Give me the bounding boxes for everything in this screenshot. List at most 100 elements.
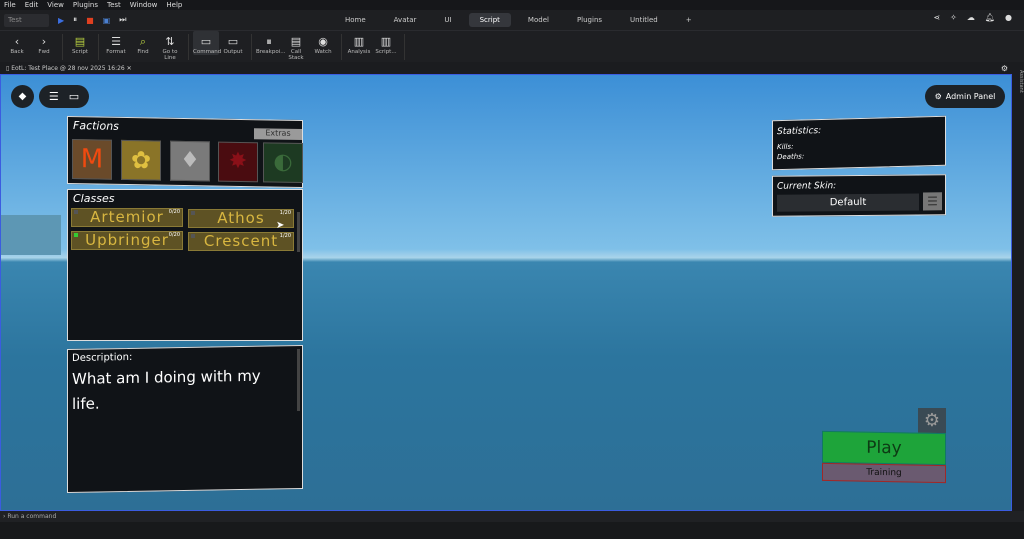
factions-panel: Factions Extras M ✿ ♦ ✸ ◐ xyxy=(67,115,303,189)
avatar[interactable]: ● xyxy=(1005,13,1012,22)
class-crescent[interactable]: Crescent 1/20 xyxy=(188,232,294,251)
command-bar[interactable]: › Run a command xyxy=(0,511,1024,522)
breakpoints-icon: ⏸ xyxy=(266,35,272,48)
format-button[interactable]: ☰ Format xyxy=(103,31,129,55)
terrain xyxy=(1,215,61,255)
divider xyxy=(341,34,342,60)
label: Script xyxy=(72,49,88,55)
status-bar xyxy=(0,522,1024,539)
command-input[interactable]: Run a command xyxy=(7,513,56,520)
class-upbringer[interactable]: Upbringer 0/20 xyxy=(71,231,183,250)
find-button[interactable]: ⌕ Find xyxy=(130,31,156,55)
settings-icon[interactable]: ⚙ xyxy=(1001,64,1008,73)
current-skin-panel: Current Skin: Default ☰ xyxy=(772,174,946,217)
breakpoints-button[interactable]: ⏸ Breakpoi... xyxy=(256,31,285,55)
faction-3[interactable]: ♦ xyxy=(170,140,210,182)
play-button[interactable]: Play xyxy=(822,430,946,466)
menu-edit[interactable]: Edit xyxy=(25,1,39,9)
menu-help[interactable]: Help xyxy=(166,1,182,9)
document-tab[interactable]: ▯ EotL: Test Place @ 28 nov 2025 16:26 ✕ xyxy=(0,65,138,72)
class-count: 0/20 xyxy=(168,209,180,215)
client-server-icon[interactable]: ▣ xyxy=(103,16,111,25)
label: Go to Line xyxy=(162,49,178,61)
document-tab-label: EotL: Test Place @ 28 nov 2025 16:26 xyxy=(11,64,125,72)
current-skin-title: Current Skin: xyxy=(777,181,837,192)
assistant-panel-tab[interactable]: Assistant xyxy=(1012,62,1024,522)
menu-view[interactable]: View xyxy=(47,1,64,9)
tab-model[interactable]: Model xyxy=(517,13,560,27)
tab-ui[interactable]: UI xyxy=(433,13,462,27)
analysis-button[interactable]: ▥ Analysis xyxy=(346,31,372,55)
share-icon[interactable]: ⋖ xyxy=(933,13,940,22)
settings-button[interactable]: ⚙ xyxy=(918,408,946,433)
label: Script... xyxy=(375,49,397,55)
divider xyxy=(62,34,63,60)
extras-button[interactable]: Extras xyxy=(254,128,302,141)
step-icon[interactable]: ⏭ xyxy=(119,15,126,25)
faction-1[interactable]: M xyxy=(72,139,112,180)
close-icon[interactable]: ✕ xyxy=(127,65,132,72)
classes-title: Classes xyxy=(73,192,115,205)
status-dot xyxy=(191,211,195,215)
script-profiler-icon: ▥ xyxy=(380,35,392,48)
menu-test[interactable]: Test xyxy=(107,1,121,9)
script-profiler-button[interactable]: ▥ Script... xyxy=(373,31,399,55)
format-icon: ☰ xyxy=(111,35,121,48)
training-button[interactable]: Training xyxy=(822,462,946,484)
document-tabs: ▯ EotL: Test Place @ 28 nov 2025 16:26 ✕… xyxy=(0,62,1012,74)
hamburger-icon[interactable]: ☰ xyxy=(49,90,59,103)
game-viewport[interactable]: ◆ ☰ ▭ ⚙ Admin Panel Factions Extras M ✿ ♦ … xyxy=(0,74,1012,511)
command-button[interactable]: ▭ Command xyxy=(193,31,222,55)
tab-home[interactable]: Home xyxy=(334,13,377,27)
statistics-panel: Statistics: Kills: Deaths: xyxy=(772,115,946,171)
script-button[interactable]: ▤ Script xyxy=(67,31,93,55)
go-to-line-button[interactable]: ⇅ Go to Line xyxy=(157,31,183,61)
call-stack-button[interactable]: ▤ Call Stack xyxy=(283,31,309,61)
menu-file[interactable]: File xyxy=(4,1,16,9)
play-icon[interactable]: ▶ xyxy=(58,16,64,25)
tab-plugins[interactable]: Plugins xyxy=(566,13,613,27)
tab-script[interactable]: Script xyxy=(468,13,511,27)
skin-list-button[interactable]: ☰ xyxy=(923,192,942,211)
tab-avatar[interactable]: Avatar xyxy=(383,13,428,27)
test-mode-select[interactable]: Test xyxy=(4,13,49,27)
faction-4[interactable]: ✸ xyxy=(218,141,258,183)
back-button[interactable]: ‹ Back xyxy=(4,31,30,55)
analysis-icon: ▥ xyxy=(353,35,365,48)
menu-window[interactable]: Window xyxy=(130,1,158,9)
faction-5[interactable]: ◐ xyxy=(263,142,303,184)
class-count: 1/20 xyxy=(279,233,291,239)
output-button[interactable]: ▭ Output xyxy=(220,31,246,55)
status-dot xyxy=(74,233,78,237)
notification-icon[interactable]: 🔔︎ xyxy=(985,13,995,22)
pause-icon[interactable]: ⏸ xyxy=(73,15,77,25)
output-icon: ▭ xyxy=(227,35,239,48)
stop-icon[interactable]: ■ xyxy=(86,16,94,25)
description-text: What am I doing with my life. xyxy=(72,366,261,413)
go-to-line-icon: ⇅ xyxy=(165,35,175,48)
label: Command xyxy=(193,49,222,55)
classes-scrollbar[interactable] xyxy=(297,212,300,252)
chat-icon[interactable]: ▭ xyxy=(69,90,79,103)
tab-add[interactable]: + xyxy=(675,13,703,27)
gear-icon: ⚙ xyxy=(934,92,942,101)
menu-chat-group: ☰ ▭ xyxy=(39,85,89,108)
forward-button[interactable]: › Fwd xyxy=(31,31,57,55)
forward-icon: › xyxy=(41,35,47,48)
roblox-menu-button[interactable]: ◆ xyxy=(11,85,34,108)
faction-2[interactable]: ✿ xyxy=(121,139,161,181)
call-stack-icon: ▤ xyxy=(290,35,302,48)
description-scrollbar[interactable] xyxy=(297,348,300,412)
class-artemior[interactable]: Artemior 0/20 xyxy=(71,208,183,227)
watch-button[interactable]: ◉ Watch xyxy=(310,31,336,55)
admin-panel-button[interactable]: ⚙ Admin Panel xyxy=(925,85,1005,108)
watch-icon: ◉ xyxy=(318,35,328,48)
assistant-icon[interactable]: ✧ xyxy=(950,13,957,22)
label: Find xyxy=(137,49,149,55)
tab-untitled[interactable]: Untitled xyxy=(619,13,669,27)
menu-plugins[interactable]: Plugins xyxy=(73,1,98,9)
cloud-icon[interactable]: ☁ xyxy=(967,13,975,22)
deaths-label: Deaths: xyxy=(777,152,805,162)
skin-select[interactable]: Default xyxy=(777,193,919,212)
list-icon: ☰ xyxy=(927,194,938,209)
